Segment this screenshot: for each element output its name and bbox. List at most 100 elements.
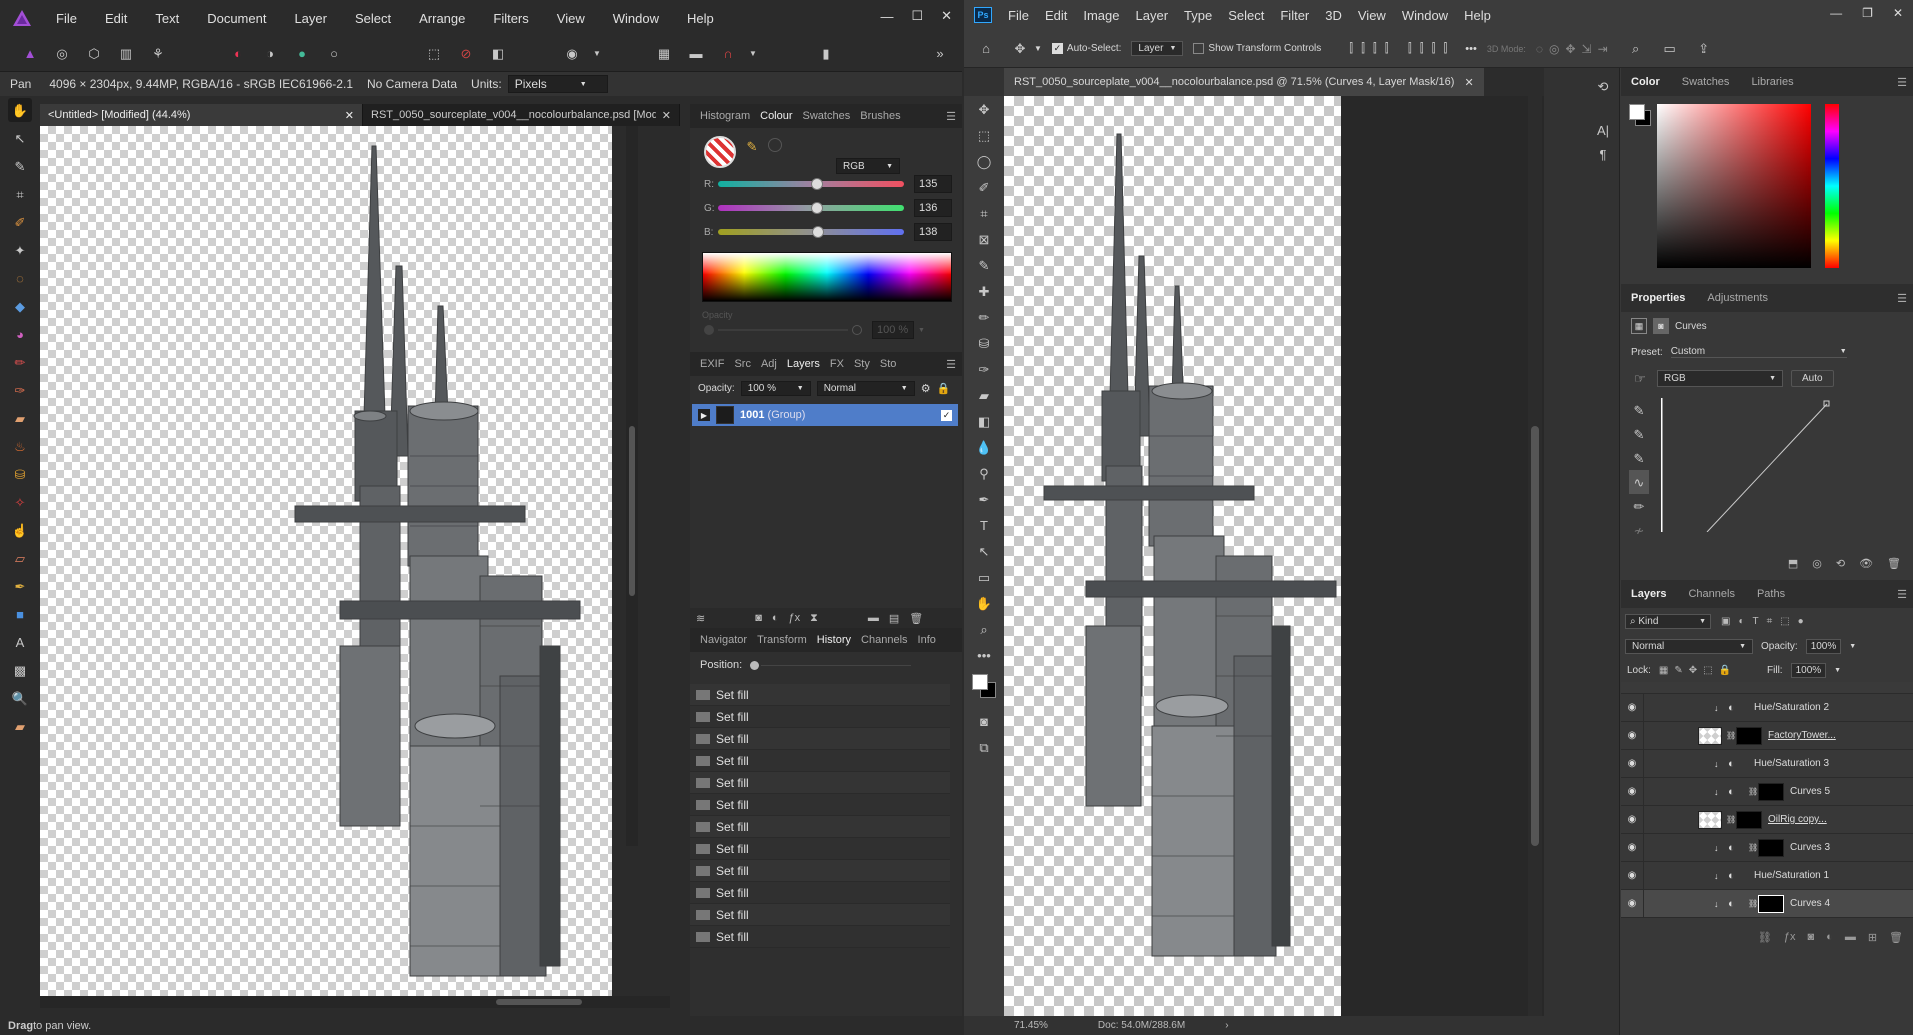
snapping-toggle-icon[interactable]: ▬ — [684, 42, 708, 66]
red-eye-tool-icon[interactable]: ✧ — [8, 490, 32, 514]
history-item[interactable]: Set fill — [690, 926, 950, 948]
lock-icon[interactable]: 🔒 — [937, 382, 951, 395]
adjustment-layer-icon[interactable]: ◐ — [772, 612, 779, 624]
affinity-canvas[interactable] — [40, 126, 612, 996]
visibility-eye-icon[interactable]: ◉ — [1621, 814, 1643, 825]
green-value[interactable]: 136 — [914, 199, 952, 217]
add-layer-icon[interactable]: ▤ — [889, 612, 899, 625]
tab-history[interactable]: History — [817, 634, 851, 646]
units-select[interactable]: Pixels ▼ — [507, 75, 608, 93]
ps-canvas[interactable] — [1004, 96, 1341, 1016]
pen-tool-icon[interactable]: ✒ — [972, 487, 996, 511]
scroll-thumb[interactable] — [629, 426, 635, 596]
fill-field[interactable]: 100% — [1790, 662, 1827, 678]
zoom-tool-icon[interactable]: 🔍 — [8, 686, 32, 710]
blur-tool-icon[interactable]: 💧 — [972, 435, 996, 459]
delete-layer-icon[interactable]: 🗑 — [1889, 931, 1903, 944]
hue-slider[interactable] — [1825, 104, 1839, 268]
develop-persona-icon[interactable]: ⬡ — [82, 42, 106, 66]
tab-color[interactable]: Color — [1631, 76, 1660, 88]
tab-layers[interactable]: Layers — [787, 358, 820, 370]
crop-tool-icon[interactable]: ⌗ — [972, 201, 996, 225]
history-item[interactable]: Set fill — [690, 904, 950, 926]
clone-stamp-tool-icon[interactable]: ⛁ — [972, 331, 996, 355]
lasso-tool-icon[interactable]: ◯ — [972, 149, 996, 173]
chevron-down-icon[interactable]: ▼ — [1034, 44, 1042, 53]
tab-channels[interactable]: Channels — [861, 634, 907, 646]
ps-document-view[interactable] — [1004, 96, 1544, 1016]
panel-menu-icon[interactable]: ☰ — [1897, 588, 1907, 601]
menu-arrange[interactable]: Arrange — [419, 11, 465, 26]
ps-layer-row[interactable]: ◉ ↓ ◐ ⛓ Curves 3 — [1621, 833, 1913, 862]
auto-select-checkbox[interactable]: ✓ — [1051, 43, 1063, 54]
share-icon[interactable]: ⇪ — [1692, 37, 1716, 61]
view-tool-icon[interactable]: ✋ — [8, 98, 32, 122]
layer-mask-thumbnail[interactable] — [1736, 810, 1762, 829]
menu-help[interactable]: Help — [1464, 8, 1491, 23]
layer-mask-thumbnail[interactable] — [1758, 838, 1784, 857]
menu-view[interactable]: View — [1358, 8, 1386, 23]
menu-filters[interactable]: Filters — [493, 11, 528, 26]
move-tool-icon[interactable]: ✥ — [1008, 37, 1032, 61]
foreground-background-colors[interactable] — [964, 668, 1004, 708]
lock-icons[interactable]: ▦✎✥⬚🔒 — [1659, 665, 1737, 676]
tab-brushes[interactable]: Brushes — [860, 110, 900, 122]
red-slider[interactable] — [718, 178, 904, 190]
ps-layer-row[interactable]: ◉ ↓ ◐ Hue/Saturation 3 — [1621, 749, 1913, 778]
character-panel-icon[interactable]: A| — [1591, 118, 1615, 142]
rectangle-tool-icon[interactable]: ■ — [8, 602, 32, 626]
layer-row-partial[interactable] — [1621, 682, 1913, 694]
auto-contrast-icon[interactable]: ◑ — [258, 42, 282, 66]
new-adjustment-icon[interactable]: ◐ — [1826, 931, 1833, 943]
history-item[interactable]: Set fill — [690, 860, 950, 882]
tab-layers[interactable]: Layers — [1631, 588, 1666, 600]
history-panel-icon[interactable]: ⟲ — [1591, 74, 1615, 98]
black-point-eyedropper-icon[interactable]: ✎ — [1629, 398, 1649, 422]
menu-filter[interactable]: Filter — [1280, 8, 1309, 23]
crop-tool-icon[interactable]: ⌗ — [8, 182, 32, 206]
rectangle-tool-icon[interactable]: ▭ — [972, 565, 996, 589]
view-previous-icon[interactable]: ◎ — [1812, 557, 1822, 570]
gear-icon[interactable]: ⚙ — [921, 382, 931, 395]
layer-mask-thumbnail[interactable] — [1758, 894, 1784, 913]
reset-icon[interactable]: ⟲ — [1836, 557, 1845, 570]
tab-adj[interactable]: Adj — [761, 358, 777, 370]
marquee-select-icon[interactable]: ⬚ — [422, 42, 446, 66]
snapping-dropdown-icon[interactable]: ▼ — [748, 42, 758, 66]
layer-row-1001[interactable]: ▶ 1001 (Group) ✓ — [692, 404, 958, 426]
ps-layer-row[interactable]: ◉ ↓ ◐ ⛓ Curves 4 — [1621, 889, 1913, 918]
close-tab-icon[interactable]: ✕ — [662, 109, 671, 122]
dodge-tool-icon[interactable]: ⚲ — [972, 461, 996, 485]
visibility-eye-icon[interactable]: ◉ — [1621, 842, 1643, 853]
red-slider-knob[interactable] — [810, 178, 823, 190]
curves-icon[interactable]: ▦ — [1631, 318, 1647, 334]
auto-button[interactable]: Auto — [1791, 369, 1834, 387]
move-tool-icon[interactable]: ✥ — [972, 97, 996, 121]
chevron-down-icon[interactable]: ▼ — [918, 327, 925, 334]
quick-mask-icon[interactable]: ◙ — [972, 709, 996, 733]
fx-icon[interactable]: ƒx — [1784, 931, 1796, 943]
maximize-icon[interactable]: ☐ — [911, 8, 923, 24]
close-tab-icon[interactable]: ✕ — [1464, 76, 1473, 89]
hand-tool-icon[interactable]: ✋ — [972, 591, 996, 615]
tone-mapping-persona-icon[interactable]: ▥ — [114, 42, 138, 66]
delete-layer-icon[interactable]: 🗑 — [909, 612, 923, 625]
ps-layer-row[interactable]: ◉ ⛓ OilRig copy... — [1621, 805, 1913, 834]
history-item[interactable]: Set fill — [690, 750, 950, 772]
preset-select[interactable]: Custom ▼ — [1670, 346, 1847, 358]
white-point-eyedropper-icon[interactable]: ✎ — [1629, 446, 1649, 470]
opacity-slider[interactable] — [718, 329, 848, 331]
green-slider[interactable] — [718, 202, 904, 214]
affinity-document-view[interactable] — [40, 126, 638, 996]
opacity-slider-value[interactable]: 100 % — [872, 321, 914, 339]
auto-white-balance-icon[interactable]: ○ — [322, 42, 346, 66]
tab-channels[interactable]: Channels — [1688, 588, 1734, 600]
eyedropper-tool-icon[interactable]: ✎ — [972, 253, 996, 277]
kind-filter-select[interactable]: ⌕ Kind ▼ — [1625, 613, 1711, 629]
panel-menu-icon[interactable]: ☰ — [1897, 76, 1907, 89]
blend-mode-select[interactable]: Normal ▼ — [816, 380, 915, 396]
delete-icon[interactable]: 🗑 — [1887, 557, 1901, 570]
colour-spectrum[interactable] — [702, 252, 952, 302]
gray-point-eyedropper-icon[interactable]: ✎ — [1629, 422, 1649, 446]
healing-brush-tool-icon[interactable]: ✚ — [972, 279, 996, 303]
